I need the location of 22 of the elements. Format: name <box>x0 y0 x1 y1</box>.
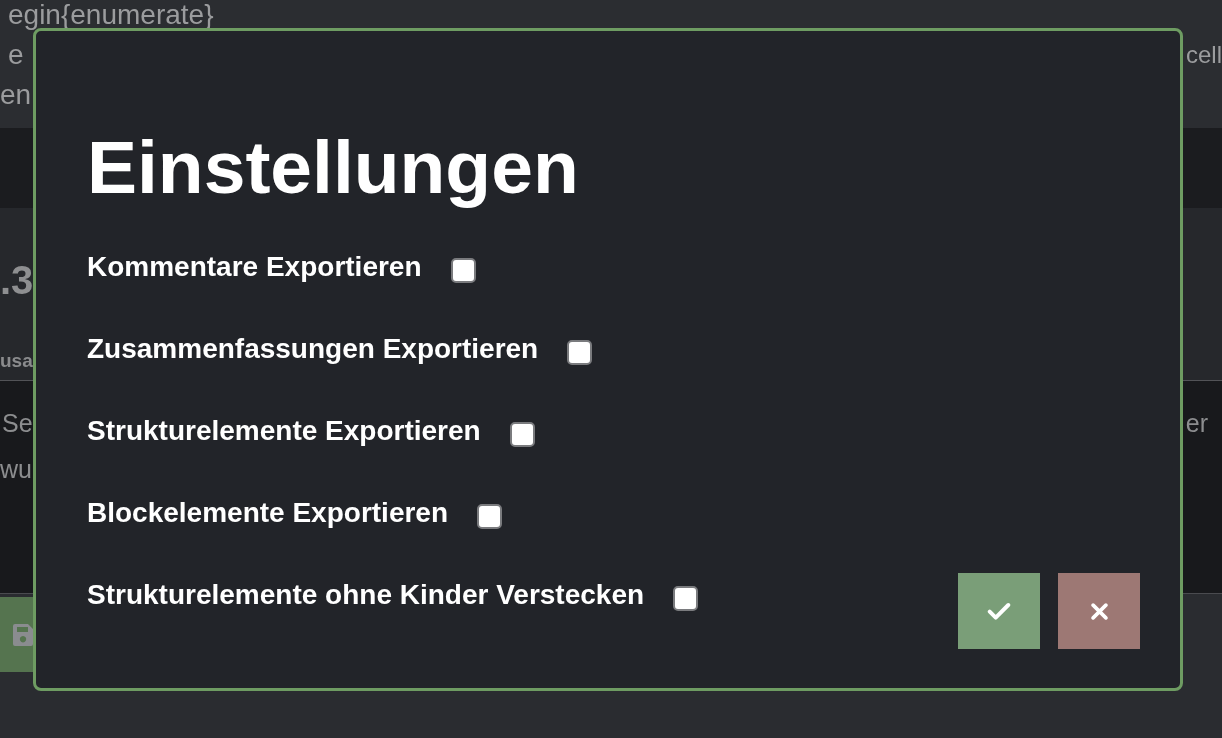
checkbox[interactable] <box>673 586 699 611</box>
option-label: Zusammenfassungen Exportieren <box>87 332 539 366</box>
paragraph-text: er <box>1185 408 1208 439</box>
paragraph-text: Se <box>1 408 33 439</box>
section-subheading: usa <box>0 351 33 371</box>
option-label: Strukturelemente ohne Kinder Verstecken <box>87 578 645 612</box>
code-text: en <box>0 78 32 112</box>
code-text: e <box>7 38 24 72</box>
option-label: Kommentare Exportieren <box>87 250 422 284</box>
close-icon <box>1090 602 1108 620</box>
paragraph-text: wu <box>0 454 32 485</box>
cancel-button[interactable] <box>1058 573 1140 649</box>
section-heading: .3 <box>0 260 34 300</box>
code-text: cell <box>1186 40 1222 70</box>
checkbox[interactable] <box>450 258 476 283</box>
checkbox[interactable] <box>567 340 593 365</box>
checkbox[interactable] <box>477 504 503 529</box>
code-text: egin{enumerate} <box>7 0 214 32</box>
check-icon <box>987 602 1011 620</box>
option-label: Strukturelemente Exportieren <box>87 414 481 448</box>
checkbox[interactable] <box>509 422 535 447</box>
option-label: Blockelemente Exportieren <box>87 496 449 530</box>
